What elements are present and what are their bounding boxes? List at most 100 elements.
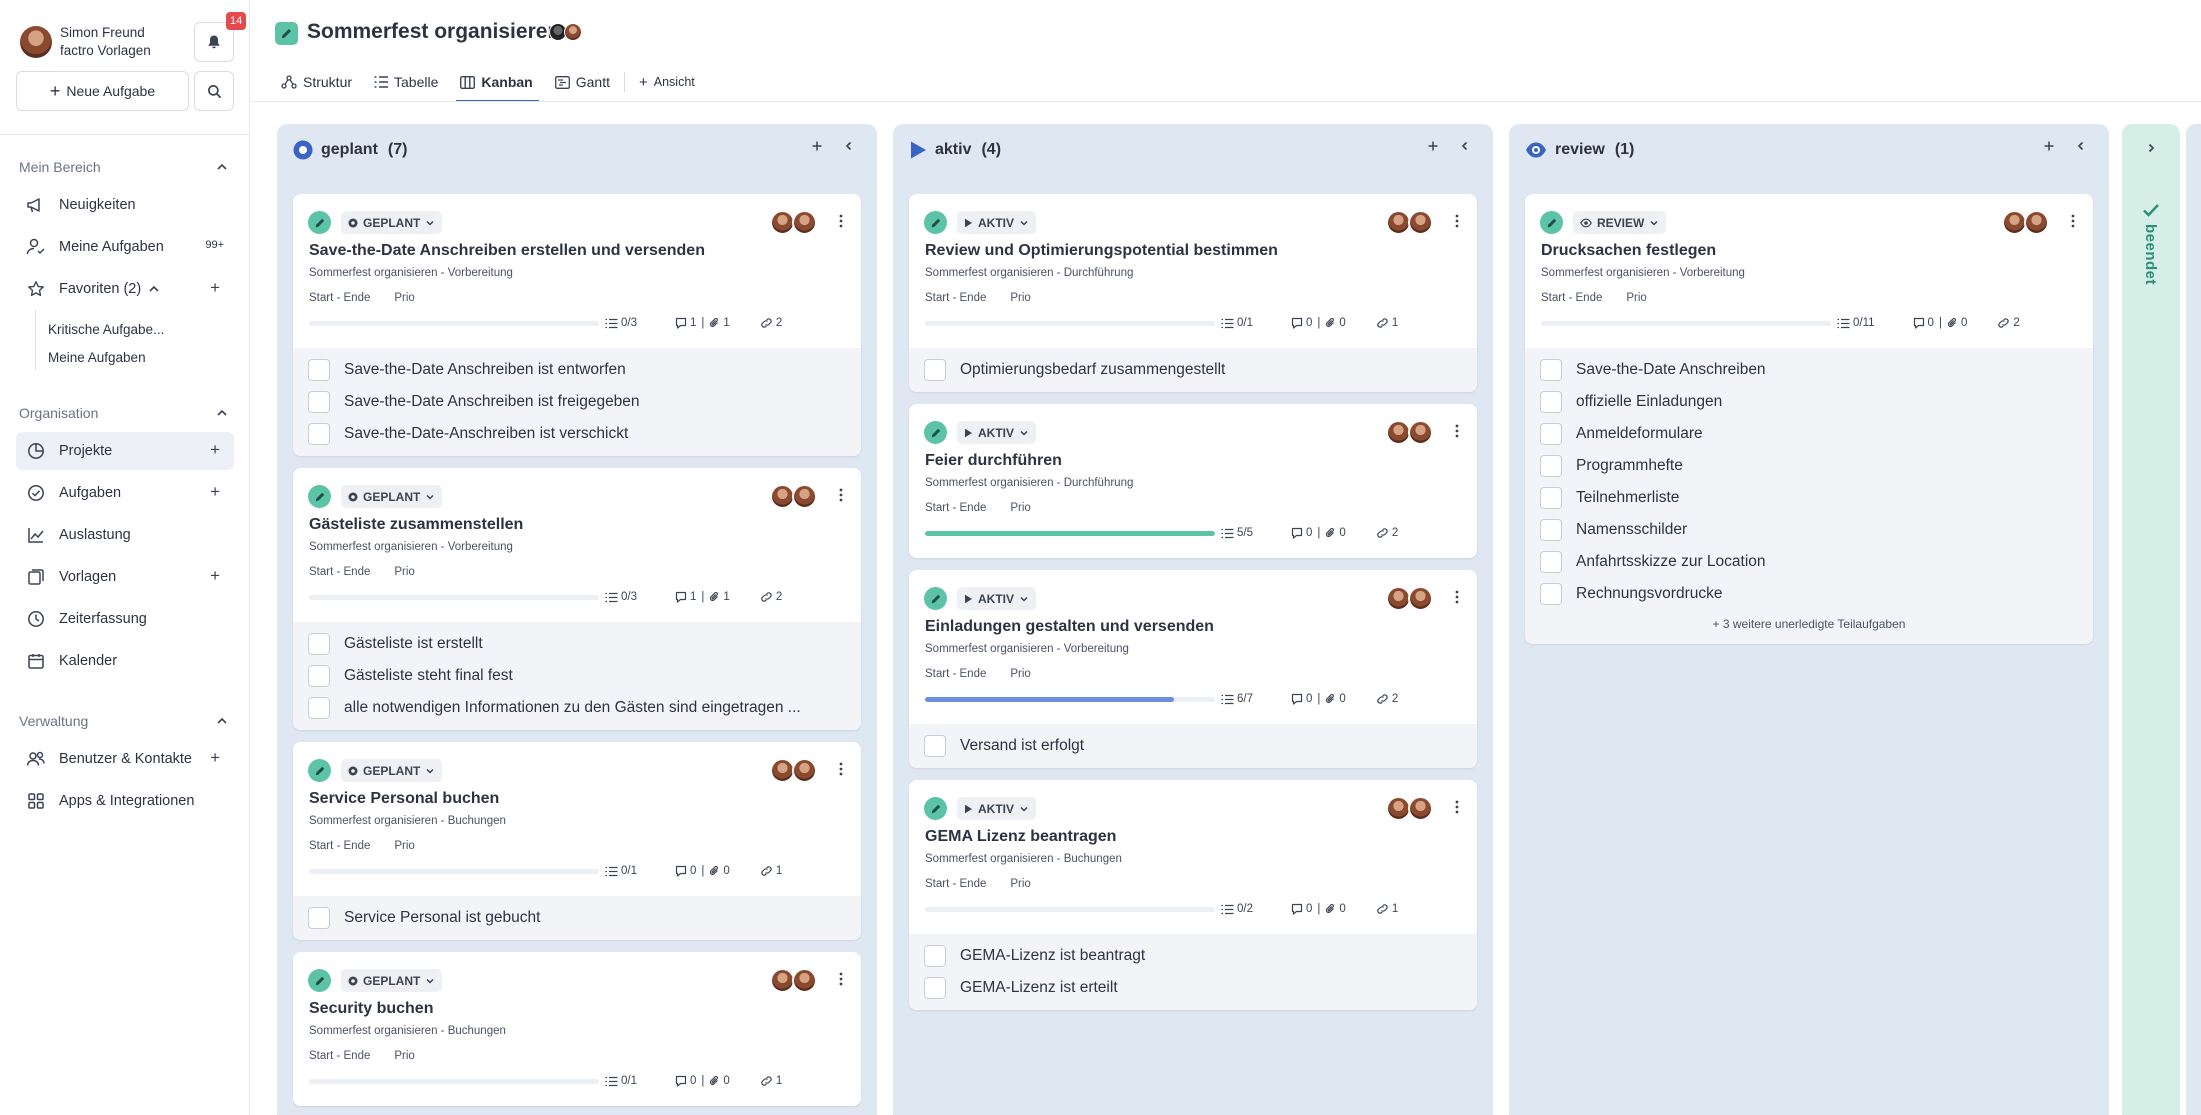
link-count[interactable]: 2: [760, 591, 782, 603]
comment-count[interactable]: 1: [675, 591, 696, 603]
subtask-checkbox[interactable]: [1540, 391, 1562, 413]
assignees[interactable]: [770, 758, 817, 783]
status-dropdown[interactable]: AKTIV: [957, 421, 1036, 444]
sidebar-item-meine-aufgaben[interactable]: Meine Aufgaben 99+: [16, 228, 234, 266]
task-card[interactable]: GEPLANT Security buchen Sommerfest organis…: [293, 952, 861, 1106]
priority[interactable]: Prio: [1010, 292, 1030, 304]
subtask-checkbox[interactable]: [924, 359, 946, 381]
comment-count[interactable]: 0: [1291, 693, 1312, 705]
link-count[interactable]: 1: [760, 865, 782, 877]
status-dropdown[interactable]: REVIEW: [1573, 211, 1667, 234]
more-options-icon[interactable]: [1455, 800, 1459, 814]
subtask-checkbox[interactable]: [1540, 519, 1562, 541]
attachment-count[interactable]: 0: [709, 1075, 730, 1087]
more-options-icon[interactable]: [839, 762, 843, 776]
sidebar-item-benutzer-kontakte[interactable]: Benutzer & Kontakte +: [16, 740, 234, 778]
task-card[interactable]: AKTIV GEMA Lizenz beantragen Sommerfest or…: [909, 780, 1477, 1010]
task-title[interactable]: Feier durchführen: [925, 452, 1062, 470]
task-title[interactable]: GEMA Lizenz beantragen: [925, 828, 1116, 846]
attachment-count[interactable]: 0: [1947, 317, 1967, 329]
more-options-icon[interactable]: [839, 214, 843, 228]
task-card[interactable]: AKTIV Review und Optimierungspotential be…: [909, 194, 1477, 392]
tab-struktur[interactable]: Struktur: [281, 62, 352, 102]
add-favorite-button[interactable]: +: [210, 279, 220, 296]
task-title[interactable]: Gästeliste zusammenstellen: [309, 516, 523, 534]
assignees[interactable]: [1386, 796, 1433, 821]
subtask-checkbox[interactable]: [1540, 487, 1562, 509]
subtask-checkbox[interactable]: [308, 697, 330, 719]
date-range[interactable]: Start - Ende: [309, 292, 370, 304]
sidebar-item-neuigkeiten[interactable]: Neuigkeiten: [16, 186, 234, 224]
more-options-icon[interactable]: [1455, 214, 1459, 228]
subtask-checkbox[interactable]: [308, 391, 330, 413]
status-dropdown[interactable]: GEPLANT: [341, 485, 443, 508]
comment-count[interactable]: 0: [1291, 527, 1312, 539]
collapse-column-button[interactable]: [2075, 140, 2087, 152]
assignees[interactable]: [770, 968, 817, 993]
more-options-icon[interactable]: [1455, 424, 1459, 438]
subtask-checkbox[interactable]: [308, 665, 330, 687]
link-count[interactable]: 2: [1376, 693, 1398, 705]
sidebar-item-vorlagen[interactable]: Vorlagen +: [16, 558, 234, 596]
task-title[interactable]: Security buchen: [309, 1000, 433, 1018]
kanban-column-beendet[interactable]: beendet: [2122, 124, 2180, 1115]
collapse-column-button[interactable]: [843, 140, 855, 152]
date-range[interactable]: Start - Ende: [309, 840, 370, 852]
priority[interactable]: Prio: [1010, 502, 1030, 514]
edit-task-button[interactable]: [308, 485, 331, 508]
priority[interactable]: Prio: [1010, 878, 1030, 890]
task-card[interactable]: GEPLANT Gästeliste zusammenstellen Sommerf…: [293, 468, 861, 730]
sidebar-item-apps-integrationen[interactable]: Apps & Integrationen: [16, 782, 234, 820]
edit-task-button[interactable]: [924, 421, 947, 444]
subtask-checkbox[interactable]: [1540, 551, 1562, 573]
add-card-button[interactable]: [1427, 140, 1439, 152]
assignees[interactable]: [1386, 586, 1433, 611]
priority[interactable]: Prio: [394, 292, 414, 304]
task-title[interactable]: Drucksachen festlegen: [1541, 242, 1716, 260]
link-count[interactable]: 1: [1376, 317, 1398, 329]
user-profile[interactable]: Simon Freund factro Vorlagen: [20, 24, 151, 60]
edit-task-button[interactable]: [308, 211, 331, 234]
add-card-button[interactable]: [2043, 140, 2055, 152]
more-options-icon[interactable]: [839, 972, 843, 986]
add-view-button[interactable]: + Ansicht: [639, 62, 695, 102]
sidebar-item-kalender[interactable]: Kalender: [16, 642, 234, 680]
more-options-icon[interactable]: [839, 488, 843, 502]
link-count[interactable]: 1: [760, 1075, 782, 1087]
section-verwaltung[interactable]: Verwaltung: [19, 710, 229, 732]
status-dropdown[interactable]: GEPLANT: [341, 211, 443, 234]
date-range[interactable]: Start - Ende: [925, 292, 986, 304]
priority[interactable]: Prio: [394, 840, 414, 852]
collapse-column-button[interactable]: [1459, 140, 1471, 152]
chevron-up-icon[interactable]: [147, 282, 161, 296]
subtask-checkbox[interactable]: [308, 633, 330, 655]
search-button[interactable]: [194, 71, 234, 111]
sidebar-item-auslastung[interactable]: Auslastung: [16, 516, 234, 554]
link-count[interactable]: 2: [1997, 317, 2020, 329]
add-user-button[interactable]: +: [210, 749, 220, 766]
task-card[interactable]: AKTIV Feier durchführen Sommerfest organis…: [909, 404, 1477, 558]
tab-tabelle[interactable]: Tabelle: [374, 62, 438, 102]
add-project-button[interactable]: +: [210, 441, 220, 458]
subtask-checkbox[interactable]: [924, 945, 946, 967]
subtask-checkbox[interactable]: [1540, 359, 1562, 381]
favorite-item[interactable]: Meine Aufgaben: [48, 350, 146, 365]
edit-task-button[interactable]: [1540, 211, 1563, 234]
sidebar-item-projekte[interactable]: Projekte +: [16, 432, 234, 470]
task-title[interactable]: Einladungen gestalten und versenden: [925, 618, 1214, 636]
link-count[interactable]: 2: [760, 317, 782, 329]
avatar[interactable]: [564, 23, 582, 41]
subtask-checkbox[interactable]: [1540, 423, 1562, 445]
attachment-count[interactable]: 1: [709, 591, 730, 603]
more-options-icon[interactable]: [1455, 590, 1459, 604]
task-card[interactable]: GEPLANT Save-the-Date Anschreiben erstell…: [293, 194, 861, 456]
priority[interactable]: Prio: [394, 1050, 414, 1062]
edit-task-button[interactable]: [924, 587, 947, 610]
more-subtasks-link[interactable]: + 3 weitere unerledigte Teilaufgaben: [1525, 610, 2093, 638]
priority[interactable]: Prio: [1010, 668, 1030, 680]
task-title[interactable]: Save-the-Date Anschreiben erstellen und …: [309, 242, 705, 260]
subtask-checkbox[interactable]: [308, 907, 330, 929]
attachment-count[interactable]: 0: [709, 865, 730, 877]
comment-count[interactable]: 0: [1291, 903, 1312, 915]
task-card[interactable]: REVIEW Drucksachen festlegen Sommerfest or…: [1525, 194, 2093, 644]
